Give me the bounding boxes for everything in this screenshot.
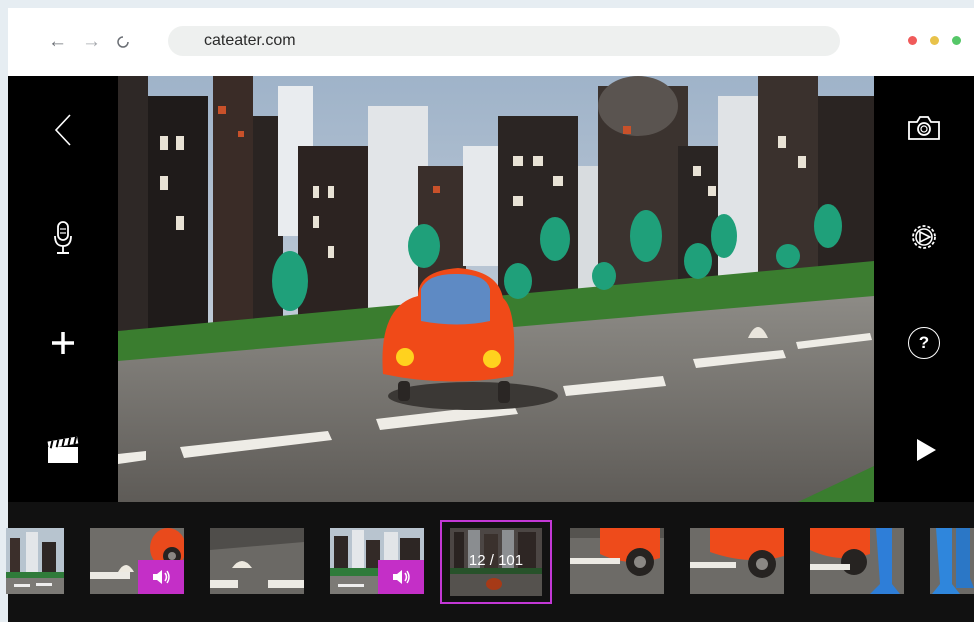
right-toolbar: ? bbox=[874, 76, 974, 502]
left-toolbar bbox=[8, 76, 118, 502]
speaker-icon bbox=[153, 570, 170, 584]
frame-thumbnail[interactable] bbox=[810, 528, 904, 594]
help-label: ? bbox=[918, 333, 930, 352]
frame-thumbnail[interactable] bbox=[330, 528, 424, 594]
forward-arrow-icon[interactable]: → bbox=[82, 30, 101, 54]
scene-image bbox=[118, 76, 874, 502]
frame-thumbnail[interactable] bbox=[930, 528, 974, 594]
back-arrow-icon[interactable]: ← bbox=[48, 30, 67, 54]
reload-icon[interactable] bbox=[114, 30, 132, 58]
sound-badge bbox=[378, 560, 424, 594]
frame-thumbnail[interactable] bbox=[6, 528, 64, 594]
frame-thumbnail[interactable] bbox=[210, 528, 304, 594]
speaker-icon bbox=[393, 570, 410, 584]
window-dot-red[interactable] bbox=[908, 36, 917, 45]
window-dot-yellow[interactable] bbox=[930, 36, 939, 45]
frame-thumbnail[interactable] bbox=[90, 528, 184, 594]
sound-badge bbox=[138, 560, 184, 594]
clapperboard-icon[interactable] bbox=[43, 430, 83, 470]
back-chevron-icon[interactable] bbox=[43, 110, 83, 150]
plus-icon[interactable] bbox=[43, 323, 83, 363]
url-text: cateater.com bbox=[204, 32, 296, 49]
frame-thumbnail[interactable] bbox=[690, 528, 784, 594]
camera-preview[interactable] bbox=[118, 76, 874, 502]
window-dot-green[interactable] bbox=[952, 36, 961, 45]
browser-toolbar: ← → cateater.com bbox=[8, 8, 974, 76]
frame-thumbnail[interactable] bbox=[570, 528, 664, 594]
timeline-strip: 12 / 101 bbox=[6, 502, 974, 622]
camera-icon[interactable] bbox=[904, 108, 944, 148]
selected-frame[interactable]: 12 / 101 bbox=[440, 520, 552, 604]
settings-gear-icon[interactable] bbox=[904, 217, 944, 257]
stop-motion-app: ? 12 / 101 bbox=[6, 76, 974, 622]
frame-counter: 12 / 101 bbox=[468, 552, 524, 569]
microphone-icon[interactable] bbox=[43, 218, 83, 258]
play-icon[interactable] bbox=[906, 430, 946, 470]
help-icon[interactable]: ? bbox=[908, 327, 940, 359]
address-bar[interactable]: cateater.com bbox=[168, 26, 840, 56]
